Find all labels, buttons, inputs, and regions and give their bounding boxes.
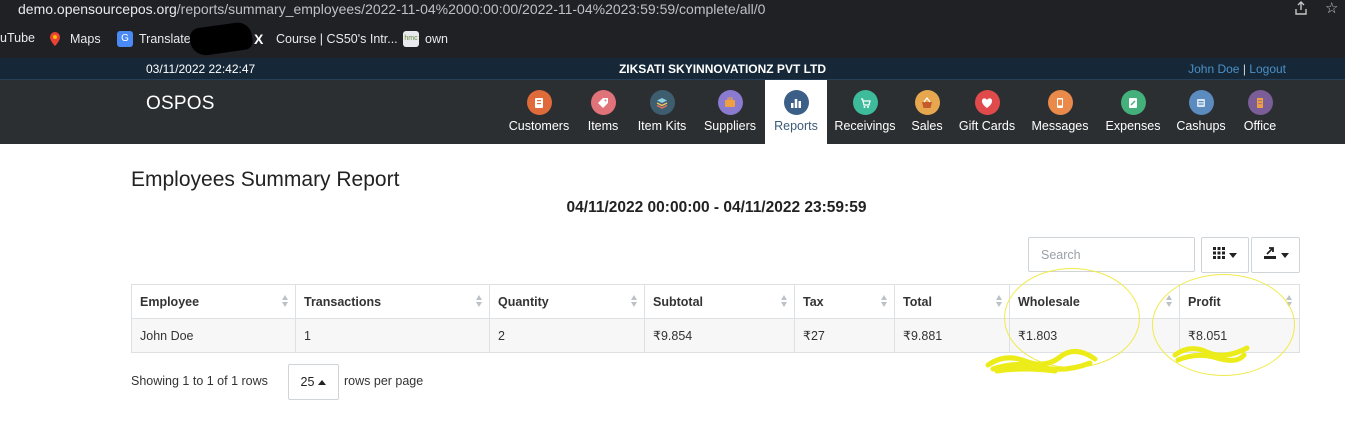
chevron-up-icon (318, 379, 327, 385)
nav-expenses[interactable]: Expenses (1104, 80, 1162, 144)
nav-suppliers[interactable]: Suppliers (700, 80, 760, 144)
nav-office[interactable]: Office (1240, 80, 1280, 144)
sales-icon (914, 90, 940, 115)
column-header-tax[interactable]: Tax (794, 284, 895, 319)
brand-logo[interactable]: OSPOS (146, 93, 215, 115)
page-size-dropdown[interactable]: 25 (288, 364, 339, 400)
column-header-employee[interactable]: Employee (131, 284, 296, 319)
app-top-strip: 03/11/2022 22:42:47 ZIKSATI SKYINNOVATIO… (0, 58, 1345, 80)
items-icon (590, 90, 616, 115)
star-icon[interactable]: ☆ (1325, 0, 1338, 18)
rows-per-page-label: rows per page (344, 374, 424, 388)
bookmark-own[interactable]: hmc own (403, 31, 448, 47)
chevron-down-icon (1280, 252, 1289, 258)
annotation-scribble-wholesale (985, 349, 1098, 374)
user-name-link[interactable]: John Doe (1188, 62, 1239, 76)
sort-icon (781, 295, 788, 309)
expenses-icon (1120, 90, 1146, 115)
search-input[interactable] (1028, 237, 1195, 272)
grid-icon (1213, 246, 1225, 264)
hmc-icon: hmc (403, 31, 419, 47)
nav-receivings[interactable]: Receivings (834, 80, 896, 144)
url-host: demo.opensourcepos.org (18, 1, 177, 17)
sort-icon (631, 295, 638, 309)
nav-items[interactable]: Items (583, 80, 623, 144)
share-icon[interactable] (1293, 0, 1309, 21)
user-links-separator: | (1242, 62, 1246, 76)
cell-tax: ₹27 (794, 318, 895, 353)
column-header-subtotal[interactable]: Subtotal (644, 284, 795, 319)
sort-icon (996, 295, 1003, 309)
customers-icon (526, 90, 552, 115)
annotation-scribble-profit (1172, 345, 1250, 363)
cell-transactions: 1 (295, 318, 490, 353)
cashups-icon (1188, 90, 1214, 115)
browser-url-bar[interactable]: demo.opensourcepos.org/reports/summary_e… (0, 0, 1345, 22)
nav-item-kits[interactable]: Item Kits (633, 80, 691, 144)
chevron-down-icon (1229, 252, 1237, 258)
cell-employee: John Doe (131, 318, 296, 353)
logout-link[interactable]: Logout (1249, 62, 1286, 76)
column-header-total[interactable]: Total (894, 284, 1010, 319)
nav-customers[interactable]: Customers (504, 80, 574, 144)
bookmark-maps[interactable]: Maps (48, 31, 101, 47)
suppliers-icon (717, 90, 743, 115)
company-name: ZIKSATI SKYINNOVATIONZ PVT LTD (618, 62, 827, 76)
cell-quantity: 2 (489, 318, 645, 353)
pagination-info: Showing 1 to 1 of 1 rows (131, 374, 268, 388)
gift-cards-icon (974, 90, 1000, 115)
bookmark-youtube[interactable]: uTube (0, 31, 35, 45)
column-header-transactions[interactable]: Transactions (295, 284, 490, 319)
sort-icon (881, 295, 888, 309)
edx-icon: X (254, 31, 264, 47)
translate-icon: G (117, 31, 133, 47)
nav-reports[interactable]: Reports (765, 80, 827, 144)
page-title: Employees Summary Report (131, 168, 400, 191)
reports-icon (783, 90, 809, 115)
cell-subtotal: ₹9.854 (644, 318, 795, 353)
user-links: John Doe | Logout (1188, 62, 1286, 76)
item-kits-icon (649, 90, 675, 115)
column-header-quantity[interactable]: Quantity (489, 284, 645, 319)
report-date-range: 04/11/2022 00:00:00 - 04/11/2022 23:59:5… (566, 199, 867, 216)
receivings-icon (852, 90, 878, 115)
office-icon (1247, 90, 1273, 115)
sort-icon (476, 295, 483, 309)
nav-sales[interactable]: Sales (907, 80, 947, 144)
main-navbar: OSPOS Customers Items Item Kits Supplier… (0, 80, 1345, 144)
columns-toggle-button[interactable] (1201, 237, 1249, 273)
nav-gift-cards[interactable]: Gift Cards (958, 80, 1016, 144)
sort-icon (282, 295, 289, 309)
bookmark-cs50[interactable]: X Course | CS50's Intr... (254, 31, 398, 47)
export-button[interactable] (1251, 237, 1300, 273)
export-icon (1263, 246, 1277, 265)
nav-cashups[interactable]: Cashups (1174, 80, 1228, 144)
maps-icon (48, 31, 64, 47)
nav-messages[interactable]: Messages (1030, 80, 1090, 144)
url-path: /reports/summary_employees/2022-11-04%20… (176, 1, 766, 17)
messages-icon (1047, 90, 1073, 115)
bookmark-translate[interactable]: G Translate (117, 31, 191, 47)
